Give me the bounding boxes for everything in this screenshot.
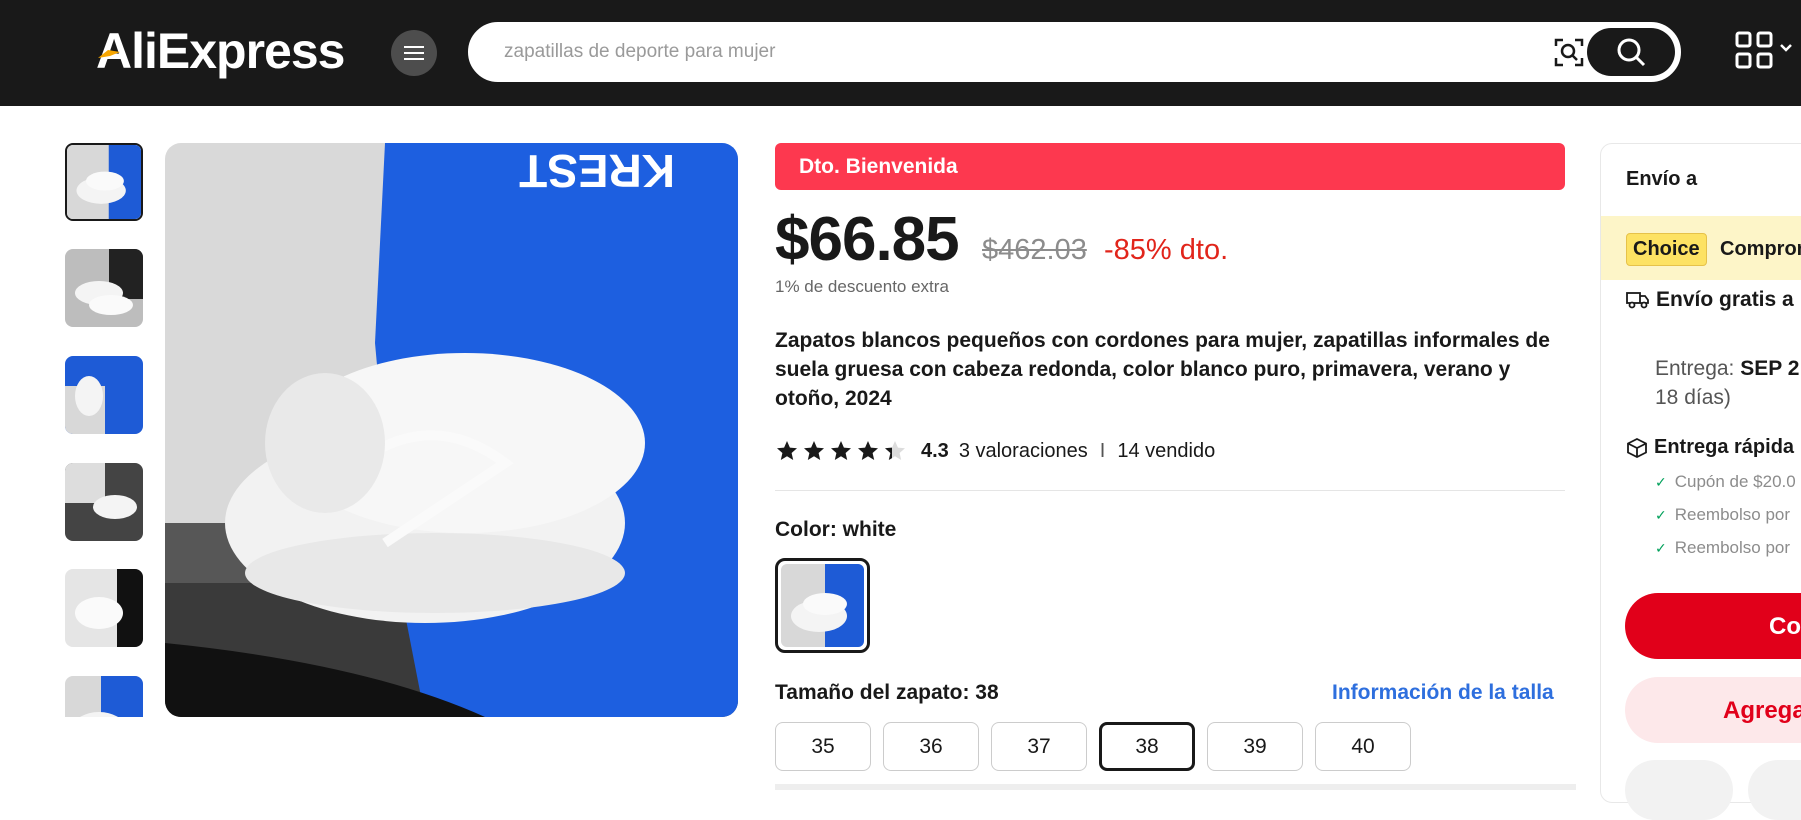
rating-row: 4.3 3 valoraciones I 14 vendido (775, 436, 1215, 466)
benefit-item: ✓ Reembolso por (1655, 505, 1790, 525)
benefit-item: ✓ Reembolso por (1655, 538, 1790, 558)
rating-value: 4.3 (921, 439, 949, 462)
size-option-selected[interactable]: 38 (1099, 722, 1195, 771)
choice-commitment-text: Compror (1720, 238, 1801, 260)
thumbnail-5[interactable] (65, 569, 143, 647)
size-option[interactable]: 35 (775, 722, 871, 771)
search-icon (1617, 38, 1646, 67)
free-shipping-row: Envío gratis a (1626, 288, 1794, 312)
rating-separator: I (1099, 439, 1106, 462)
thumbnail-2[interactable] (65, 249, 143, 327)
thumbnail-6[interactable] (65, 676, 143, 717)
color-swatch-white[interactable] (775, 558, 870, 653)
benefit-text: Reembolso por (1674, 505, 1791, 524)
thumbnail-4[interactable] (65, 463, 143, 541)
check-icon: ✓ (1655, 506, 1667, 523)
truck-icon (1626, 292, 1649, 309)
logo-star-icon (98, 50, 120, 58)
fast-delivery-row: Entrega rápida (1626, 436, 1794, 459)
welcome-discount-banner: Dto. Bienvenida (775, 143, 1565, 190)
current-price: $66.85 (775, 205, 960, 274)
extra-discount-text: 1% de descuento extra (775, 277, 949, 296)
divider (775, 490, 1565, 491)
buy-now-button[interactable]: Co (1625, 593, 1801, 659)
size-info-link[interactable]: Información de la talla (1332, 681, 1554, 705)
delivery-date: SEP 2 (1740, 357, 1800, 380)
thumbnail-list (65, 143, 143, 717)
camera-search-icon[interactable] (1553, 36, 1585, 68)
top-header: AliExpress (0, 0, 1801, 106)
search-input[interactable] (504, 24, 1504, 80)
menu-button[interactable] (391, 30, 437, 76)
ship-to-label[interactable]: Envío a (1626, 168, 1697, 191)
search-bar (468, 22, 1681, 82)
menu-icon (404, 46, 424, 60)
star-icon (804, 441, 824, 460)
delivery-days: 18 días) (1655, 386, 1731, 409)
check-icon: ✓ (1655, 539, 1667, 556)
discount-percent: -85% dto. (1104, 234, 1229, 266)
reviews-link[interactable]: 3 valoraciones (959, 440, 1088, 463)
delivery-prefix: Entrega: (1655, 357, 1741, 380)
thumbnail-3[interactable] (65, 356, 143, 434)
size-option[interactable]: 36 (883, 722, 979, 771)
free-shipping-text: Envío gratis a (1656, 288, 1794, 311)
box-icon (1627, 437, 1647, 458)
quantity-section-edge (775, 784, 1576, 790)
star-icon (831, 441, 851, 460)
size-options: 35 36 37 38 39 40 (775, 722, 1411, 771)
fast-delivery-text: Entrega rápida (1654, 436, 1795, 458)
main-product-image[interactable]: KREST (165, 143, 738, 717)
benefit-text: Cupón de $20.0 (1674, 472, 1796, 491)
sold-count: 14 vendido (1117, 439, 1216, 462)
add-to-cart-button[interactable]: Agrega (1625, 677, 1801, 743)
check-icon: ✓ (1655, 473, 1667, 490)
star-icon (858, 441, 878, 460)
size-option[interactable]: 37 (991, 722, 1087, 771)
wishlist-button[interactable] (1748, 760, 1801, 820)
search-button[interactable] (1587, 28, 1675, 76)
original-price: $462.03 (982, 234, 1087, 266)
aliexpress-logo[interactable]: AliExpress (96, 22, 345, 80)
delivery-estimate: Entrega: SEP 2 18 días) (1655, 354, 1799, 412)
size-option[interactable]: 39 (1207, 722, 1303, 771)
size-option[interactable]: 40 (1315, 722, 1411, 771)
qr-code-icon[interactable] (1735, 31, 1773, 69)
size-label: Tamaño del zapato: 38 (775, 681, 999, 704)
rating-stars (775, 439, 907, 463)
benefit-text: Reembolso por (1674, 538, 1791, 557)
choice-badge: Choice (1626, 233, 1707, 266)
share-button[interactable] (1625, 760, 1733, 820)
star-icon (777, 441, 797, 460)
color-label: Color: white (775, 518, 897, 541)
partial-star-icon (885, 441, 905, 460)
product-title: Zapatos blancos pequeños con cordones pa… (775, 329, 1550, 410)
chevron-down-icon[interactable] (1779, 43, 1793, 53)
svg-text:KREST: KREST (519, 145, 675, 197)
benefit-item: ✓ Cupón de $20.0 (1655, 472, 1796, 492)
thumbnail-1[interactable] (65, 143, 143, 221)
